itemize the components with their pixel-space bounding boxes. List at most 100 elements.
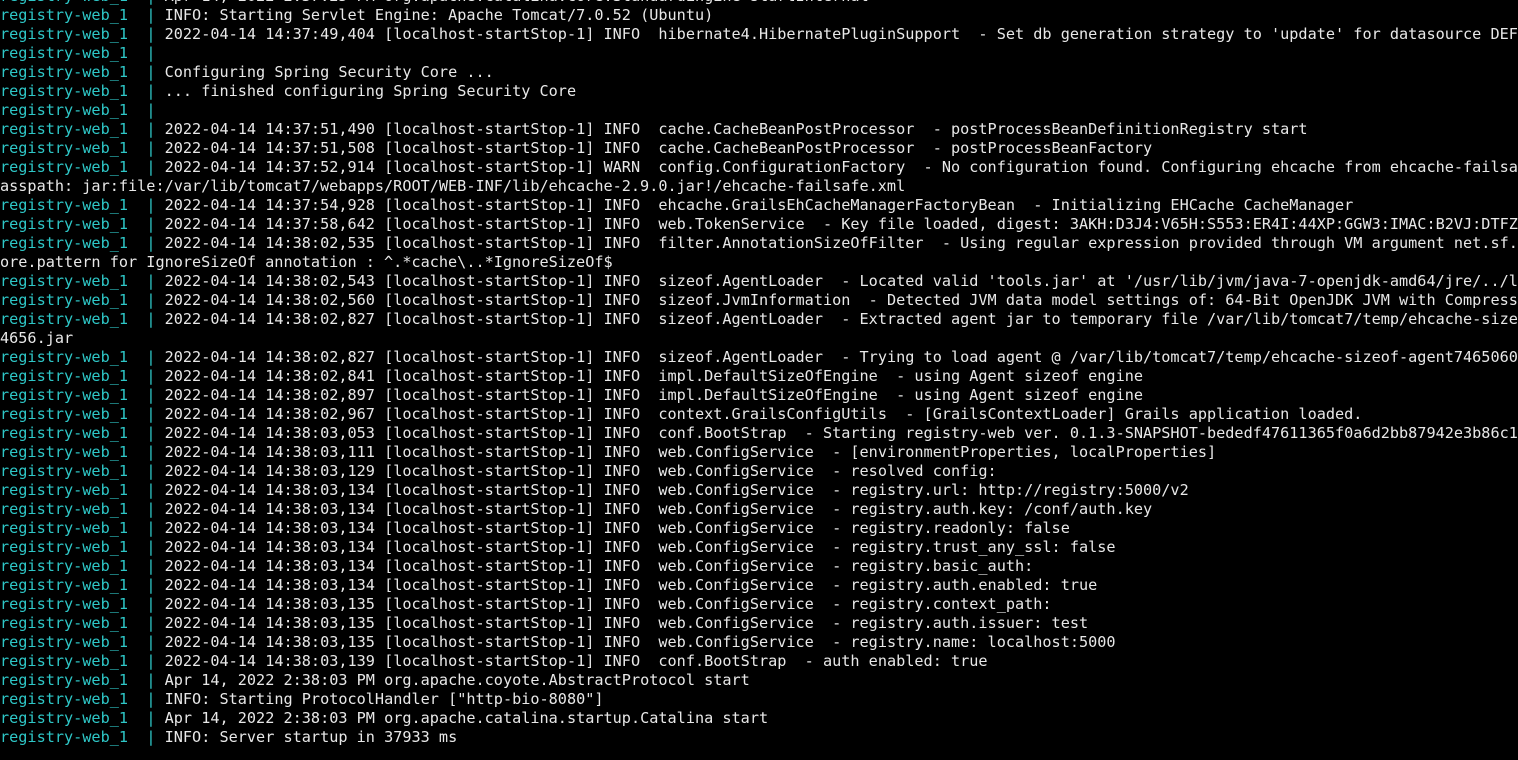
- prefix-gap: [128, 272, 146, 290]
- log-line: registry-web_1 | Apr 14, 2022 2:38:03 PM…: [0, 709, 1518, 728]
- log-message-text: asspath: jar:file:/var/lib/tomcat7/webap…: [0, 177, 906, 195]
- terminal-log-output[interactable]: registry-web_1 | Apr 14, 2022 2:37:25 PM…: [0, 0, 1518, 747]
- prefix-gap: [128, 139, 146, 157]
- service-name-label: registry-web_1: [0, 690, 129, 708]
- service-name-label: registry-web_1: [0, 576, 129, 594]
- separator-gap: [155, 25, 164, 43]
- log-message-text: 4656.jar: [0, 329, 74, 347]
- prefix-gap: [128, 462, 146, 480]
- separator-gap: [155, 405, 164, 423]
- log-message-text: 2022-04-14 14:38:02,543 [localhost-start…: [164, 272, 1518, 290]
- prefix-gap: [128, 595, 146, 613]
- log-line-continuation: 4656.jar: [0, 329, 1518, 348]
- prefix-gap: [128, 25, 146, 43]
- service-name-label: registry-web_1: [0, 215, 129, 233]
- separator-gap: [155, 652, 164, 670]
- log-message-text: 2022-04-14 14:38:03,134 [localhost-start…: [164, 500, 1153, 518]
- prefix-gap: [128, 0, 146, 5]
- prefix-gap: [128, 215, 146, 233]
- log-message-text: 2022-04-14 14:38:03,134 [localhost-start…: [164, 481, 1189, 499]
- prefix-gap: [128, 728, 146, 746]
- log-line: registry-web_1 | 2022-04-14 14:38:03,129…: [0, 462, 1518, 481]
- separator-gap: [155, 291, 164, 309]
- service-name-label: registry-web_1: [0, 519, 129, 537]
- prefix-gap: [128, 291, 146, 309]
- log-message-text: 2022-04-14 14:38:02,827 [localhost-start…: [164, 310, 1518, 328]
- log-message-text: 2022-04-14 14:37:51,508 [localhost-start…: [164, 139, 1153, 157]
- prefix-gap: [128, 652, 146, 670]
- prefix-gap: [128, 633, 146, 651]
- log-line: registry-web_1 | 2022-04-14 14:38:03,134…: [0, 576, 1518, 595]
- prefix-gap: [128, 500, 146, 518]
- log-line: registry-web_1 | Apr 14, 2022 2:38:03 PM…: [0, 671, 1518, 690]
- prefix-gap: [128, 367, 146, 385]
- service-name-label: registry-web_1: [0, 0, 128, 5]
- separator-gap: [155, 709, 164, 727]
- prefix-gap: [128, 690, 146, 708]
- service-name-label: registry-web_1: [0, 443, 129, 461]
- log-line: registry-web_1 | 2022-04-14 14:38:02,535…: [0, 234, 1518, 253]
- separator-gap: [155, 82, 164, 100]
- service-name-label: registry-web_1: [0, 652, 129, 670]
- service-name-label: registry-web_1: [0, 25, 129, 43]
- prefix-gap: [128, 386, 146, 404]
- log-line: registry-web_1 | 2022-04-14 14:38:03,135…: [0, 614, 1518, 633]
- log-message-text: 2022-04-14 14:38:03,135 [localhost-start…: [164, 595, 1052, 613]
- separator-gap: [155, 0, 164, 5]
- log-message-text: 2022-04-14 14:38:02,841 [localhost-start…: [164, 367, 1143, 385]
- separator-gap: [155, 462, 164, 480]
- log-line: registry-web_1 | Configuring Spring Secu…: [0, 63, 1518, 82]
- separator-gap: [155, 443, 164, 461]
- separator-gap: [155, 367, 164, 385]
- log-message-text: 2022-04-14 14:37:49,404 [localhost-start…: [164, 25, 1518, 43]
- log-message-text: Apr 14, 2022 2:37:25 PM org.apache.catal…: [165, 0, 869, 5]
- separator-gap: [155, 101, 164, 119]
- service-name-label: registry-web_1: [0, 139, 129, 157]
- log-line: registry-web_1 | ... finished configurin…: [0, 82, 1518, 101]
- service-name-label: registry-web_1: [0, 614, 129, 632]
- log-line-continuation: asspath: jar:file:/var/lib/tomcat7/webap…: [0, 177, 1518, 196]
- log-message-text: 2022-04-14 14:38:02,560 [localhost-start…: [164, 291, 1518, 309]
- log-line: registry-web_1 | 2022-04-14 14:38:03,053…: [0, 424, 1518, 443]
- log-line: registry-web_1 | 2022-04-14 14:38:02,827…: [0, 310, 1518, 329]
- log-message-text: 2022-04-14 14:38:03,135 [localhost-start…: [164, 614, 1089, 632]
- separator-gap: [155, 63, 164, 81]
- separator-gap: [155, 519, 164, 537]
- service-name-label: registry-web_1: [0, 44, 129, 62]
- log-message-text: 2022-04-14 14:38:02,827 [localhost-start…: [164, 348, 1518, 366]
- separator-gap: [155, 215, 164, 233]
- log-message-text: 2022-04-14 14:37:54,928 [localhost-start…: [164, 196, 1354, 214]
- service-name-label: registry-web_1: [0, 82, 129, 100]
- log-line: registry-web_1 | 2022-04-14 14:38:02,841…: [0, 367, 1518, 386]
- separator-gap: [155, 595, 164, 613]
- separator-gap: [155, 386, 164, 404]
- separator-gap: [155, 44, 164, 62]
- separator-gap: [155, 481, 164, 499]
- prefix-gap: [128, 405, 146, 423]
- service-name-label: registry-web_1: [0, 348, 129, 366]
- separator-gap: [155, 310, 164, 328]
- log-line: registry-web_1 | 2022-04-14 14:38:02,897…: [0, 386, 1518, 405]
- service-name-label: registry-web_1: [0, 310, 129, 328]
- separator-gap: [155, 614, 164, 632]
- service-name-label: registry-web_1: [0, 709, 129, 727]
- log-message-text: 2022-04-14 14:38:03,134 [localhost-start…: [164, 557, 1034, 575]
- prefix-gap: [128, 158, 146, 176]
- service-name-label: registry-web_1: [0, 595, 129, 613]
- service-name-label: registry-web_1: [0, 291, 129, 309]
- log-line: registry-web_1 | 2022-04-14 14:38:03,134…: [0, 481, 1518, 500]
- separator-gap: [155, 272, 164, 290]
- prefix-gap: [128, 557, 146, 575]
- separator-gap: [155, 557, 164, 575]
- log-line: registry-web_1 | 2022-04-14 14:37:51,490…: [0, 120, 1518, 139]
- prefix-gap: [128, 6, 146, 24]
- prefix-gap: [128, 63, 146, 81]
- log-line: registry-web_1 | 2022-04-14 14:38:02,967…: [0, 405, 1518, 424]
- log-line: registry-web_1 | 2022-04-14 14:37:54,928…: [0, 196, 1518, 215]
- separator-gap: [155, 728, 164, 746]
- prefix-gap: [128, 82, 146, 100]
- log-message-text: 2022-04-14 14:38:03,111 [localhost-start…: [164, 443, 1217, 461]
- log-message-text: Apr 14, 2022 2:38:03 PM org.apache.coyot…: [164, 671, 750, 689]
- service-name-label: registry-web_1: [0, 63, 129, 81]
- log-line: registry-web_1 | 2022-04-14 14:38:03,139…: [0, 652, 1518, 671]
